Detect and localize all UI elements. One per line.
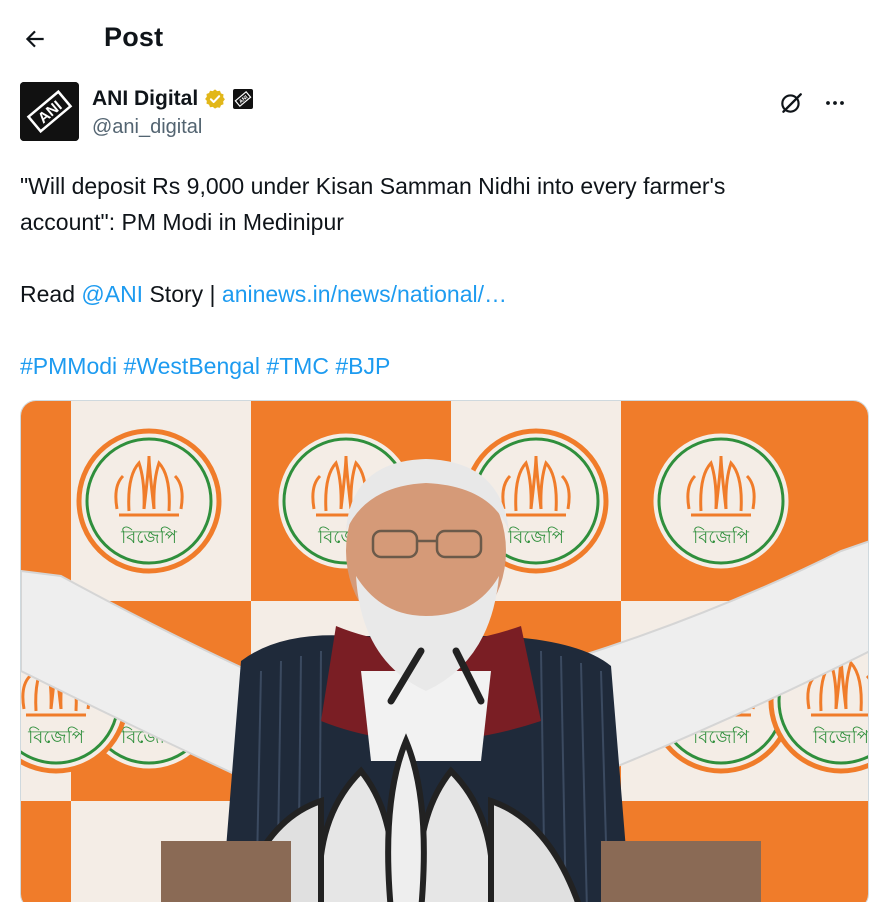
display-name-row: ANI Digital ANI: [92, 85, 254, 113]
tweet-author: ANI ANI Digital ANI @ani_digital: [20, 82, 850, 142]
page-title: Post: [104, 22, 164, 52]
tweet-text: "Will deposit Rs 9,000 under Kisan Samma…: [20, 168, 850, 384]
tweet-text-line: "Will deposit Rs 9,000 under Kisan Samma…: [20, 173, 726, 199]
affiliate-badge-icon[interactable]: ANI: [232, 88, 254, 110]
hashtag-link[interactable]: #PMModi: [20, 353, 117, 379]
hashtags-line: #PMModi #WestBengal #TMC #BJP: [20, 348, 850, 384]
speaker-photo: বিজেপি: [21, 401, 868, 902]
more-icon: [826, 101, 844, 105]
grok-button[interactable]: [774, 86, 808, 120]
story-text: Story |: [143, 281, 222, 307]
arrow-left-icon: [25, 30, 44, 48]
mention-link[interactable]: @ANI: [81, 281, 143, 307]
top-bar: Post: [0, 0, 869, 80]
hashtag-link[interactable]: #TMC: [266, 353, 329, 379]
read-prefix: Read: [20, 281, 82, 307]
hashtag-link[interactable]: #BJP: [335, 353, 390, 379]
tweet-media-image[interactable]: বিজেপি: [20, 400, 869, 902]
avatar[interactable]: ANI: [20, 82, 79, 141]
tweet-text-line: account": PM Modi in Medinipur: [20, 209, 344, 235]
read-story-line: Read @ANI Story | aninews.in/news/nation…: [20, 276, 850, 312]
url-link[interactable]: aninews.in/news/national/…: [222, 281, 507, 307]
user-handle[interactable]: @ani_digital: [92, 116, 202, 139]
tweet-actions: [774, 86, 852, 120]
ani-logo-icon: ANI: [20, 82, 79, 141]
display-name[interactable]: ANI Digital: [92, 87, 198, 111]
grok-icon: [781, 93, 802, 113]
verified-badge-icon: [205, 89, 226, 109]
hashtag-link[interactable]: #WestBengal: [124, 353, 260, 379]
back-button[interactable]: [16, 20, 54, 58]
more-button[interactable]: [818, 86, 852, 120]
